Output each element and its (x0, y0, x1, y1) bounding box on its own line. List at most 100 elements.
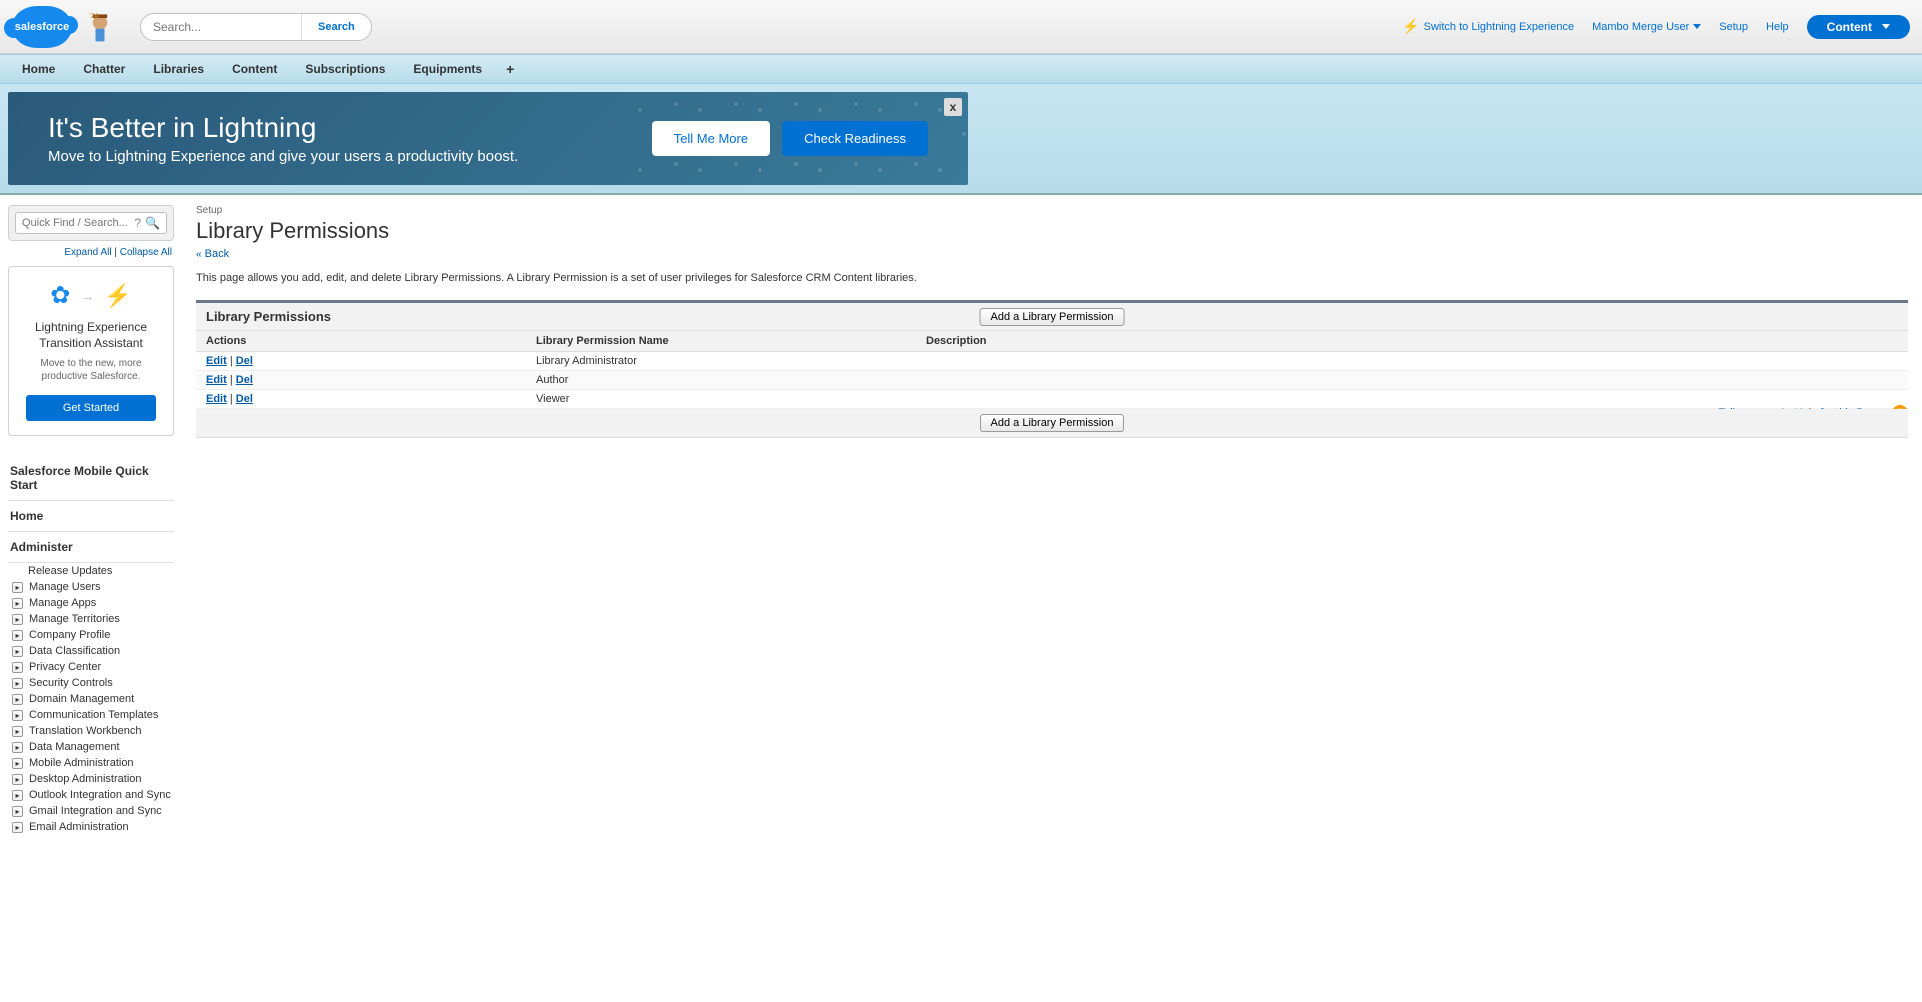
page-title: Library Permissions (196, 218, 1908, 244)
expand-icon[interactable]: ▸ (12, 710, 23, 721)
sidebar-item-data-management[interactable]: ▸Data Management (8, 739, 174, 755)
banner-subtitle: Move to Lightning Experience and give yo… (48, 148, 518, 165)
global-search: Search (140, 13, 372, 41)
row-actions: Edit | Del (206, 355, 536, 367)
switch-lightning-link[interactable]: ⚡ Switch to Lightning Experience (1402, 18, 1574, 35)
transition-title: Lightning Experience Transition Assistan… (19, 320, 163, 351)
delete-link[interactable]: Del (236, 355, 253, 367)
delete-link[interactable]: Del (236, 393, 253, 405)
sidebar-administer[interactable]: Administer (8, 532, 174, 563)
expand-icon[interactable]: ▸ (12, 646, 23, 657)
sidebar-item-privacy-center[interactable]: ▸Privacy Center (8, 659, 174, 675)
sidebar-item-communication-templates[interactable]: ▸Communication Templates (8, 707, 174, 723)
sidebar-item-label: Gmail Integration and Sync (29, 805, 162, 817)
tab-libraries[interactable]: Libraries (139, 55, 218, 83)
logo-text: salesforce (15, 21, 69, 33)
add-permission-button-bottom[interactable]: Add a Library Permission (980, 414, 1125, 432)
sidebar-item-label: Security Controls (29, 677, 113, 689)
breadcrumb: Setup (196, 205, 1908, 216)
expand-icon[interactable]: ▸ (12, 774, 23, 785)
banner-text: It's Better in Lightning Move to Lightni… (48, 112, 518, 165)
arrow-right-icon: → (80, 288, 94, 304)
expand-icon[interactable]: ▸ (12, 678, 23, 689)
table-footer: Add a Library Permission (196, 409, 1908, 438)
row-name: Author (536, 374, 926, 386)
help-link[interactable]: Help (1766, 21, 1789, 33)
sidebar-item-manage-users[interactable]: ▸Manage Users (8, 579, 174, 595)
expand-icon[interactable]: ▸ (12, 726, 23, 737)
lightning-banner: x It's Better in Lightning Move to Light… (8, 92, 968, 185)
table-row: Edit | DelViewer (196, 390, 1908, 409)
tab-subscriptions[interactable]: Subscriptions (291, 55, 399, 83)
sidebar-item-gmail-integration-and-sync[interactable]: ▸ Gmail Integration and Sync (8, 803, 174, 819)
banner-wrap: x It's Better in Lightning Move to Light… (0, 84, 1922, 195)
sidebar-item-label: Email Administration (29, 821, 129, 833)
collapse-all-link[interactable]: Collapse All (120, 247, 172, 258)
sidebar-item-company-profile[interactable]: ▸Company Profile (8, 627, 174, 643)
sidebar-item-label: Manage Territories (29, 613, 120, 625)
tab-chatter[interactable]: Chatter (69, 55, 139, 83)
sidebar-item-email-administration[interactable]: ▸ Email Administration (8, 819, 174, 835)
table-row: Edit | DelAuthor (196, 371, 1908, 390)
expand-icon[interactable]: ▸ (12, 630, 23, 641)
tab-equipments[interactable]: Equipments (399, 55, 496, 83)
expand-icon[interactable]: ▸ (12, 582, 23, 593)
add-permission-button-top[interactable]: Add a Library Permission (980, 308, 1125, 326)
sidebar-item-mobile-administration[interactable]: ▸Mobile Administration (8, 755, 174, 771)
expand-icon[interactable]: ▸ (12, 790, 23, 801)
setup-link[interactable]: Setup (1719, 21, 1748, 33)
help-icon[interactable]: ? (134, 216, 141, 230)
tab-add[interactable]: + (496, 61, 524, 77)
svg-text:'24: '24 (89, 11, 98, 20)
sidebar-home[interactable]: Home (8, 501, 174, 532)
expand-all-link[interactable]: Expand All (64, 247, 111, 258)
search-icon[interactable]: 🔍 (145, 216, 160, 230)
edit-link[interactable]: Edit (206, 393, 227, 405)
expand-icon[interactable]: ▸ (12, 662, 23, 673)
col-description: Description (926, 335, 1898, 347)
user-menu[interactable]: Mambo Merge User (1592, 21, 1701, 33)
sidebar-item-domain-management[interactable]: ▸Domain Management (8, 691, 174, 707)
expand-icon[interactable]: ▸ (12, 758, 23, 769)
content-app-button[interactable]: Content (1807, 15, 1910, 39)
classic-icon: ✿ (50, 281, 70, 310)
check-readiness-button[interactable]: Check Readiness (782, 121, 928, 156)
header-right: ⚡ Switch to Lightning Experience Mambo M… (1402, 15, 1910, 39)
expand-icon[interactable]: ▸ (12, 598, 23, 609)
expand-icon[interactable]: ▸ (12, 694, 23, 705)
sidebar-mobile-quick-start[interactable]: Salesforce Mobile Quick Start (8, 456, 174, 501)
expand-icon[interactable]: ▸ (12, 614, 23, 625)
sidebar-item-data-classification[interactable]: ▸Data Classification (8, 643, 174, 659)
transition-card: ✿ → ⚡ Lightning Experience Transition As… (8, 266, 174, 436)
sidebar: ? 🔍 Expand All | Collapse All ✿ → ⚡ Ligh… (0, 195, 182, 845)
expand-icon[interactable]: ▸ (12, 822, 23, 833)
sidebar-release-updates[interactable]: Release Updates (8, 563, 174, 579)
sidebar-item-label: Manage Apps (29, 597, 96, 609)
back-link[interactable]: Back (205, 248, 229, 260)
sidebar-item-desktop-administration[interactable]: ▸Desktop Administration (8, 771, 174, 787)
get-started-button[interactable]: Get Started (26, 395, 156, 421)
content-label: Content (1827, 20, 1872, 34)
delete-link[interactable]: Del (236, 374, 253, 386)
tab-content[interactable]: Content (218, 55, 291, 83)
quick-find-input[interactable] (22, 217, 130, 229)
sidebar-item-security-controls[interactable]: ▸ Security Controls (8, 675, 174, 691)
sidebar-item-manage-apps[interactable]: ▸ Manage Apps (8, 595, 174, 611)
salesforce-logo[interactable]: salesforce (12, 6, 72, 48)
tab-home[interactable]: Home (8, 55, 69, 83)
search-input[interactable] (141, 20, 301, 34)
sidebar-item-outlook-integration-and-sync[interactable]: ▸Outlook Integration and Sync (8, 787, 174, 803)
page-description: This page allows you add, edit, and dele… (196, 272, 1908, 284)
expand-icon[interactable]: ▸ (12, 806, 23, 817)
expand-icon[interactable]: ▸ (12, 742, 23, 753)
tell-me-more-button[interactable]: Tell Me More (652, 121, 770, 156)
sidebar-item-manage-territories[interactable]: ▸ Manage Territories (8, 611, 174, 627)
table-columns: Actions Library Permission Name Descript… (196, 331, 1908, 352)
search-button[interactable]: Search (301, 14, 371, 40)
edit-link[interactable]: Edit (206, 374, 227, 386)
edit-link[interactable]: Edit (206, 355, 227, 367)
sidebar-item-translation-workbench[interactable]: ▸Translation Workbench (8, 723, 174, 739)
switch-lightning-label: Switch to Lightning Experience (1424, 21, 1574, 33)
row-name: Library Administrator (536, 355, 926, 367)
banner-close-button[interactable]: x (944, 98, 962, 116)
